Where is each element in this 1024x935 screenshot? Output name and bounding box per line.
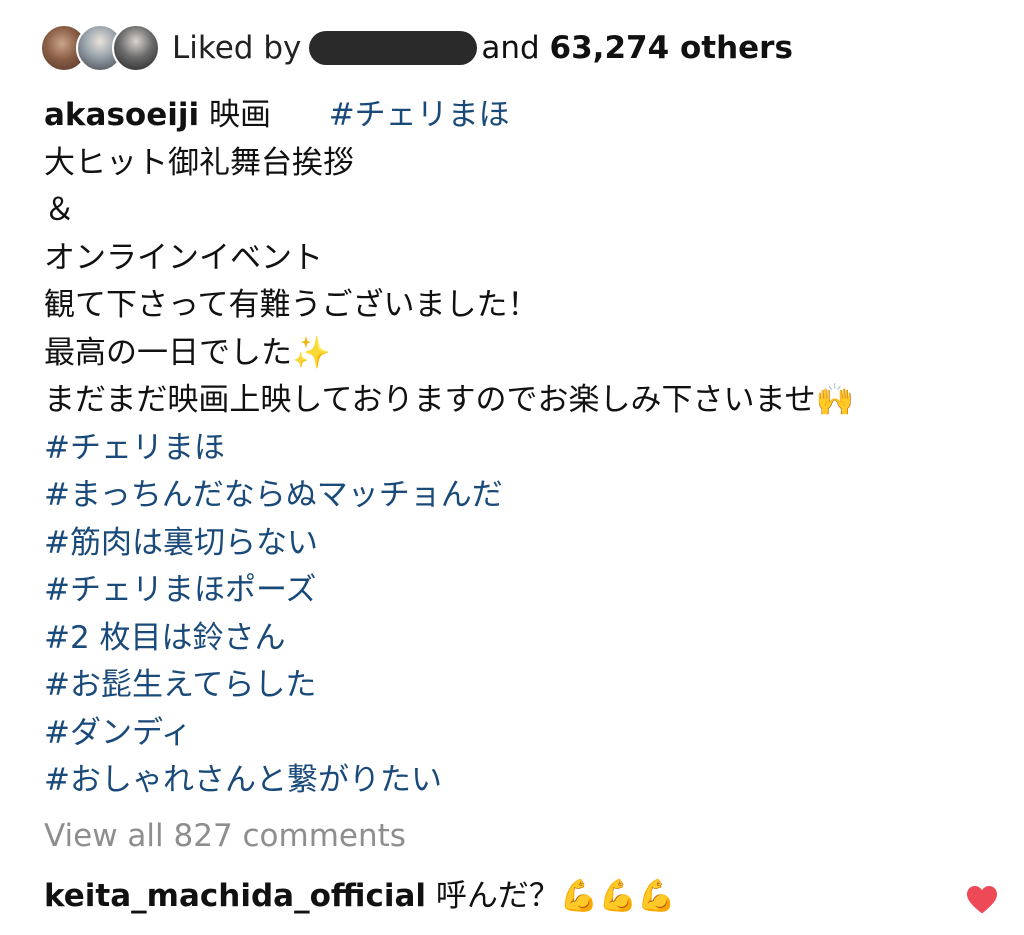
caption-line: 最高の一日でした✨ [44,330,984,378]
comment-username[interactable]: keita_machida_official [44,878,426,914]
caption-line: ＆ [44,192,75,228]
liker-avatars[interactable] [40,22,162,74]
caption-text: 映画 [208,97,271,133]
caption-first-line: akasoeiji 映画 #チェリまほ [44,92,984,140]
hashtag-link[interactable]: #チェリまほ [44,425,984,473]
hashtag-link[interactable]: #筋肉は裏切らない [44,520,984,568]
caption-text: 最高の一日でした [44,334,292,371]
caption-line: まだまだ映画上映しておりますのでお楽しみ下さいませ🙌 [44,377,984,425]
hashtag-link[interactable]: #おしゃれさんと繋がりたい [44,757,984,805]
likes-and-label: and [481,30,540,66]
caption-line: オンラインイベント [44,239,323,276]
hashtag-link[interactable]: #ダンディ [44,710,984,758]
redacted-username [309,31,478,65]
post-username[interactable]: akasoeiji [44,97,199,133]
caption-line: 大ヒット御礼舞台挨拶 [44,144,354,181]
view-all-comments-link[interactable]: View all 827 comments [44,812,406,860]
post-caption: akasoeiji 映画 #チェリまほ 大ヒット御礼舞台挨拶 ＆ オンラインイベ… [44,92,984,805]
hashtag-link[interactable]: #まっちんだならぬマッチョんだ [44,472,984,520]
comment-body: keita_machida_official 呼んだ？💪💪💪 [44,872,676,920]
hashtag-link[interactable]: #2 枚目は鈴さん [44,615,984,663]
comment-text: 呼んだ？ [435,878,560,914]
likes-row[interactable]: Liked by and 63,274 others [40,22,793,74]
raised-hands-icon: 🙌 [815,382,855,418]
likes-count[interactable]: 63,274 others [550,30,793,66]
liked-by-label: Liked by [172,30,302,66]
caption-text: まだまだ映画上映しておりますのでお楽しみ下さいませ [44,382,816,418]
sparkles-icon: ✨ [292,334,331,371]
flexed-biceps-icon: 💪💪💪 [559,878,676,914]
avatar[interactable] [112,24,160,72]
comment-row: keita_machida_official 呼んだ？💪💪💪 [44,872,998,920]
hashtag-link[interactable]: #チェリまほ [329,97,510,133]
hashtag-link[interactable]: #お髭生えてらした [44,662,984,710]
hashtag-link[interactable]: #チェリまほポーズ [44,567,984,615]
caption-line: 観て下さって有難うございました！ [44,287,539,323]
heart-icon[interactable] [966,881,998,914]
